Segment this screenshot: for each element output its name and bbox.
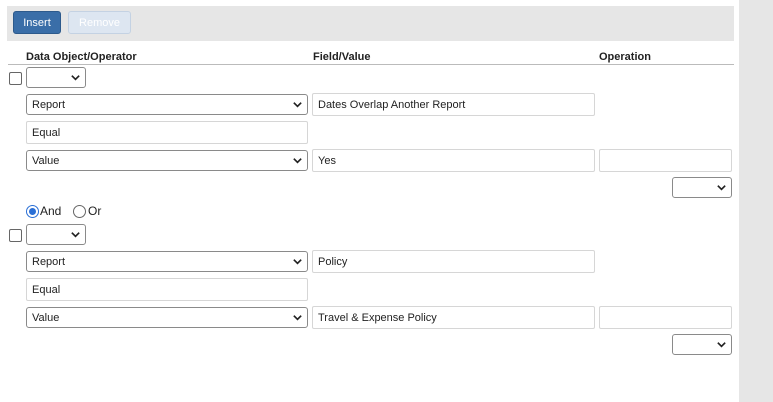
condition-1-operation-input[interactable] (599, 149, 732, 172)
chevron-down-icon (717, 342, 726, 348)
condition-2-field-value: Policy (318, 255, 348, 268)
condition-1-field-value: Dates Overlap Another Report (318, 98, 466, 111)
and-label: And (40, 204, 62, 218)
condition-2-value-text: Travel & Expense Policy (318, 311, 437, 324)
condition-1-operator-field[interactable]: Equal (26, 121, 308, 144)
condition-2-value-select[interactable]: Value (26, 307, 308, 328)
condition-2-object-value: Report (32, 255, 66, 268)
toolbar: Insert Remove (7, 6, 734, 41)
condition-2-field-input[interactable]: Policy (312, 250, 595, 273)
condition-1-value-select[interactable]: Value (26, 150, 308, 171)
chevron-down-icon (717, 185, 726, 191)
chevron-down-icon (293, 315, 302, 321)
condition-2-object-select[interactable]: Report (26, 251, 308, 272)
condition-2-operation-input[interactable] (599, 306, 732, 329)
chevron-down-icon (293, 259, 302, 265)
condition-2-checkbox[interactable] (9, 229, 22, 242)
chevron-down-icon (71, 232, 80, 238)
or-label: Or (88, 204, 102, 218)
condition-2-operator-select[interactable] (26, 224, 86, 245)
condition-1-object-value: Report (32, 98, 66, 111)
condition-2-value-type: Value (32, 311, 60, 324)
chevron-down-icon (293, 158, 302, 164)
condition-1-field-input[interactable]: Dates Overlap Another Report (312, 93, 595, 116)
insert-button[interactable]: Insert (13, 11, 61, 34)
condition-1-trailing-select[interactable] (672, 177, 732, 198)
chevron-down-icon (293, 102, 302, 108)
condition-1-value-text: Yes (318, 154, 336, 167)
condition-1-value-type: Value (32, 154, 60, 167)
condition-2-value-input[interactable]: Travel & Expense Policy (312, 306, 595, 329)
condition-2-operator-text: Equal (32, 283, 61, 296)
right-panel (739, 0, 773, 402)
condition-1-operator-select[interactable] (26, 67, 86, 88)
condition-1-operator-text: Equal (32, 126, 61, 139)
condition-1-checkbox[interactable] (9, 72, 22, 85)
and-radio[interactable] (26, 205, 39, 218)
remove-button: Remove (68, 11, 131, 34)
condition-2-operator-field[interactable]: Equal (26, 278, 308, 301)
condition-1-object-select[interactable]: Report (26, 94, 308, 115)
condition-2-trailing-select[interactable] (672, 334, 732, 355)
column-header-field-value: Field/Value (313, 51, 371, 63)
header-divider (8, 64, 734, 65)
column-header-operation: Operation (599, 51, 651, 63)
column-header-data-object: Data Object/Operator (26, 51, 137, 63)
condition-1-value-input[interactable]: Yes (312, 149, 595, 172)
or-radio[interactable] (73, 205, 86, 218)
chevron-down-icon (71, 75, 80, 81)
